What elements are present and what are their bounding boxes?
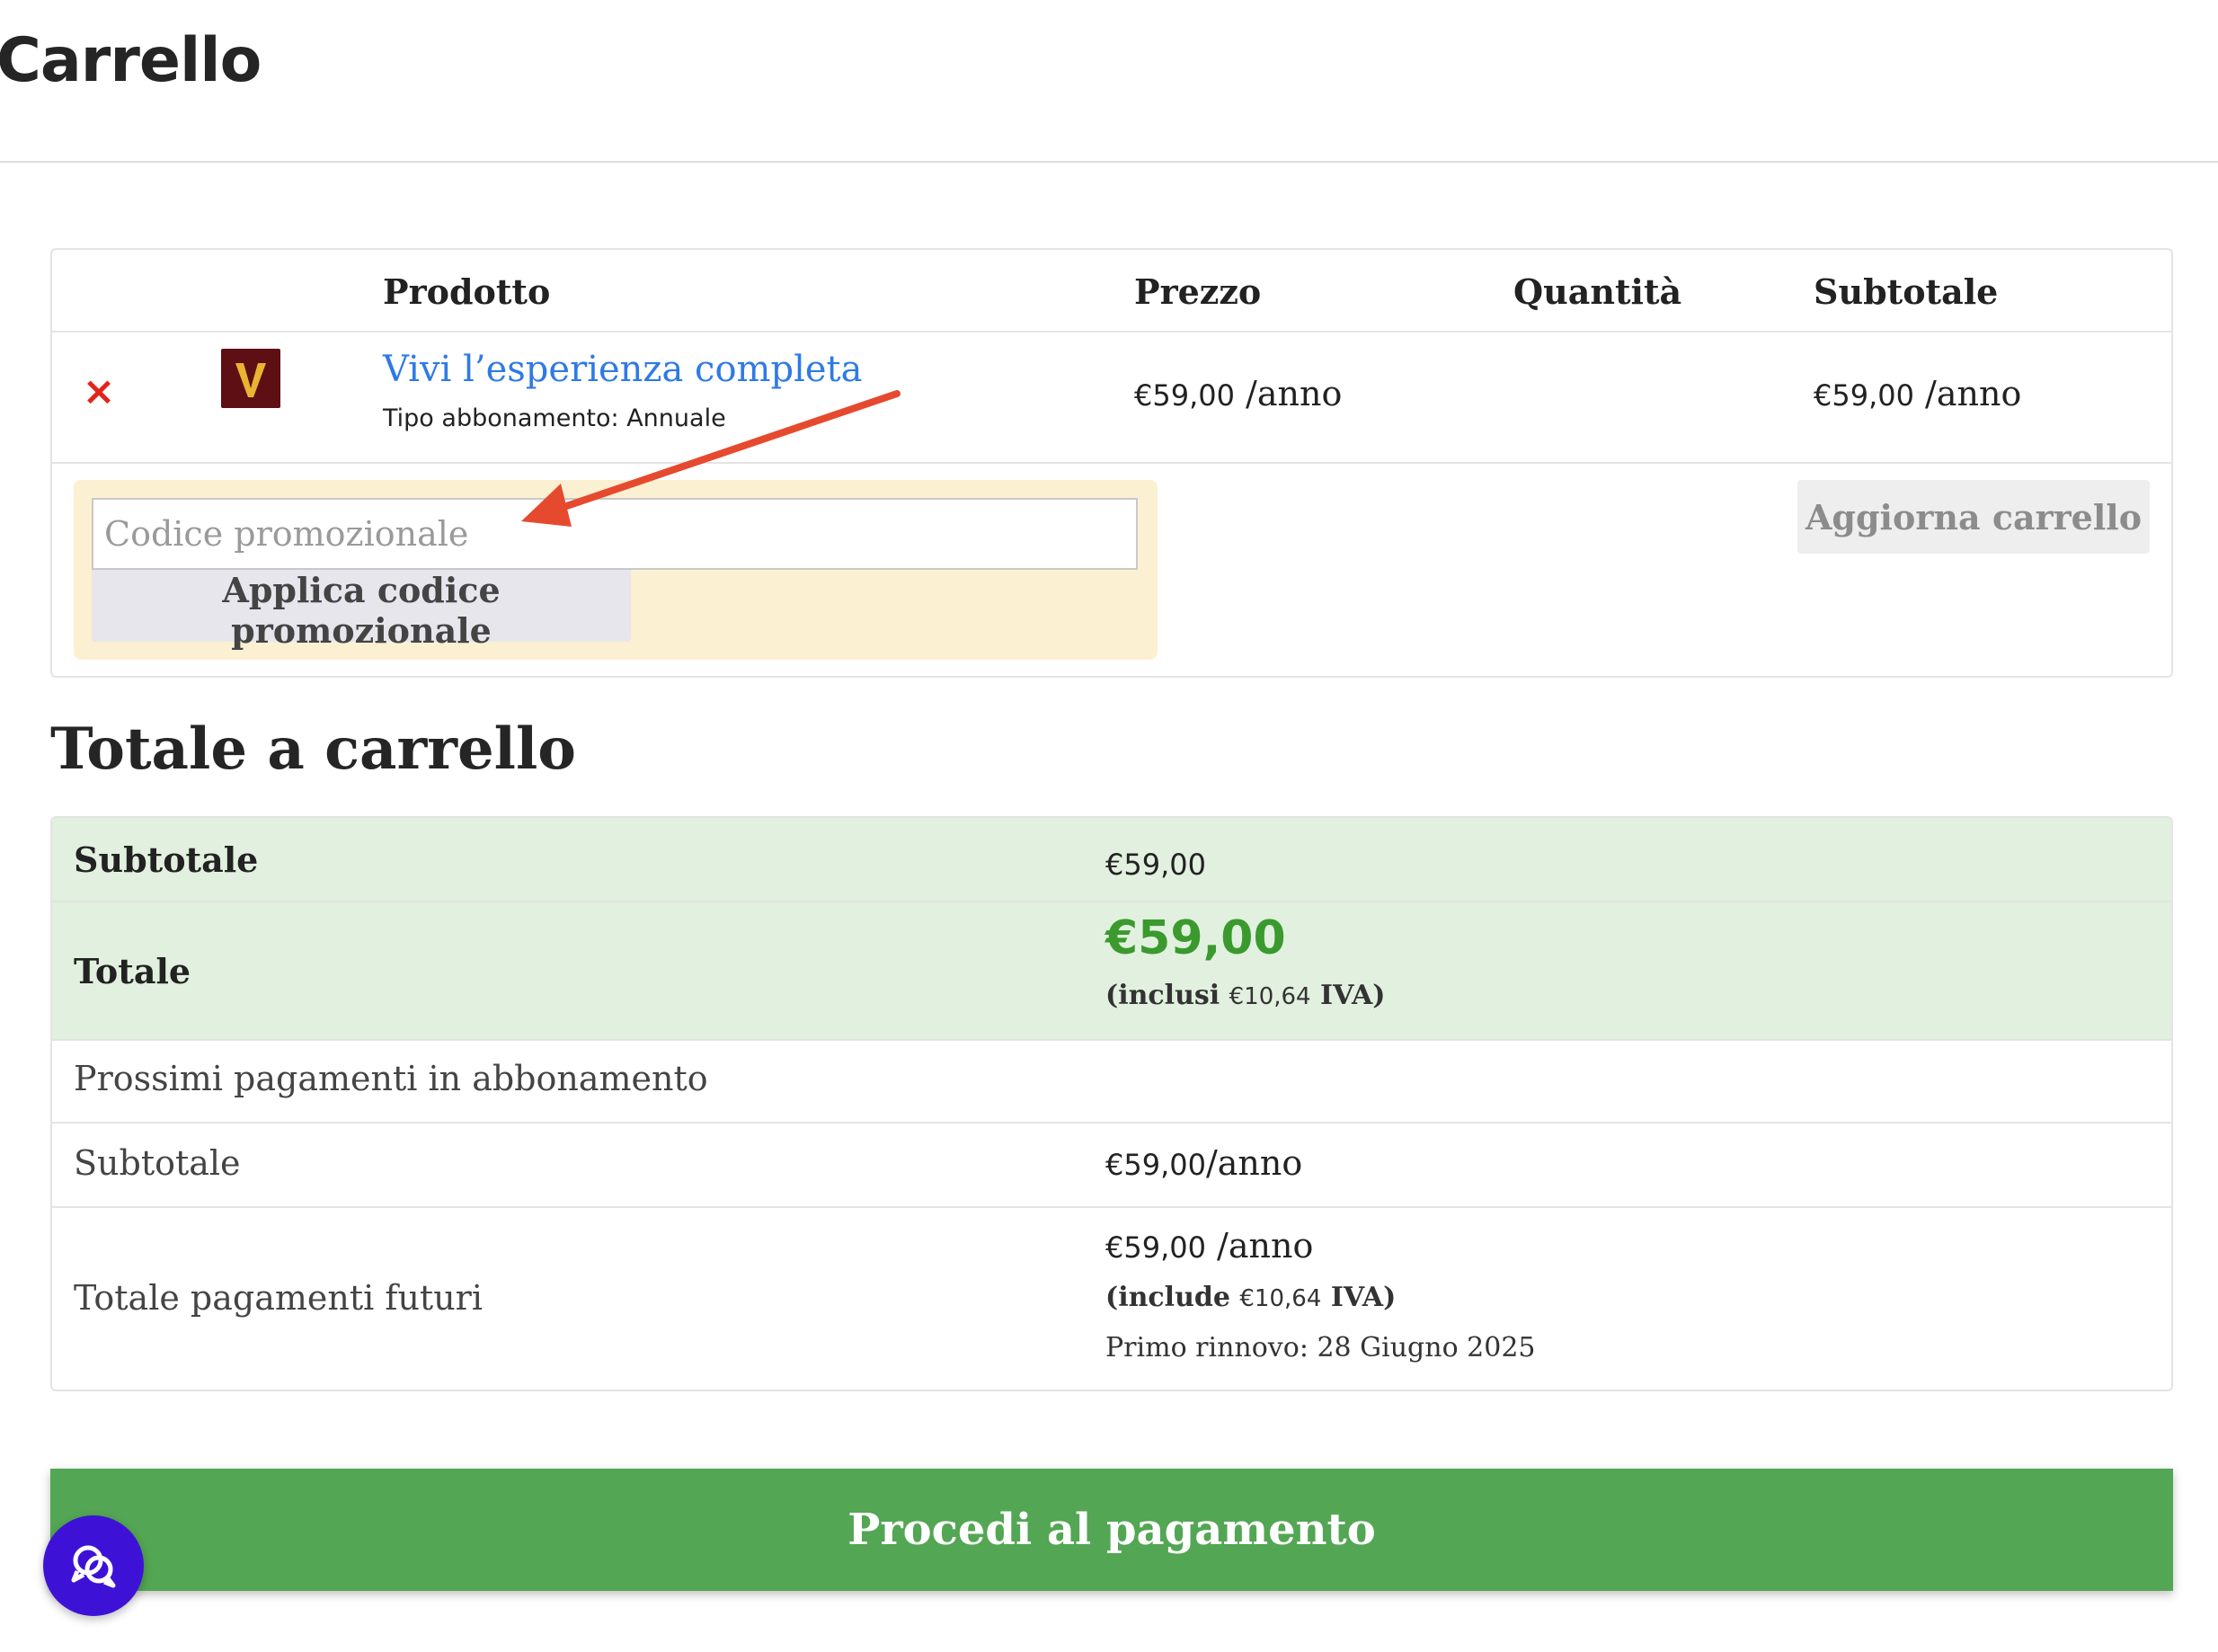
future-payments-label: Totale pagamenti futuri bbox=[74, 1278, 483, 1318]
recurring-subtotal-row: Subtotale €59,00/anno bbox=[52, 1124, 2171, 1208]
future-payments-period: /anno bbox=[1205, 1226, 1314, 1266]
first-renewal-date: Primo rinnovo: 28 Giugno 2025 bbox=[1105, 1332, 1536, 1363]
apply-promo-button[interactable]: Applica codice promozionale bbox=[92, 570, 631, 651]
recurring-subtotal-value: €59,00/anno bbox=[1105, 1143, 1302, 1183]
chat-icon bbox=[71, 1545, 116, 1588]
recurring-heading-row: Prossimi pagamenti in abbonamento bbox=[52, 1041, 2171, 1124]
item-price-period: /anno bbox=[1234, 374, 1343, 413]
product-subscription-type: Tipo abbonamento: Annuale bbox=[383, 404, 726, 432]
cart-totals-title: Totale a carrello bbox=[50, 715, 576, 783]
update-cart-button[interactable]: Aggiorna carrello bbox=[1797, 480, 2150, 554]
future-payments-value: €59,00 /anno bbox=[1105, 1226, 1313, 1266]
totals-subtotal-value: €59,00 bbox=[1105, 843, 1206, 883]
title-divider bbox=[0, 161, 2218, 163]
promo-code-panel: Applica codice promozionale bbox=[74, 480, 1158, 660]
future-payments-amount: €59,00 bbox=[1105, 1230, 1206, 1265]
header-price: Prezzo bbox=[1134, 271, 1262, 312]
recurring-subtotal-amount: €59,00 bbox=[1105, 1148, 1206, 1182]
cart-totals-table: Subtotale €59,00 Totale €59,00 (inclusi … bbox=[50, 816, 2173, 1391]
header-product: Prodotto bbox=[383, 271, 551, 312]
totals-total-tax-prefix: (inclusi bbox=[1105, 980, 1229, 1011]
totals-total-label: Totale bbox=[74, 951, 191, 991]
header-quantity: Quantità bbox=[1513, 271, 1682, 312]
recurring-subtotal-period: /anno bbox=[1205, 1143, 1303, 1183]
product-thumbnail[interactable]: V bbox=[221, 349, 280, 408]
item-price-amount: €59,00 bbox=[1134, 378, 1235, 413]
future-payments-row: Totale pagamenti futuri €59,00 /anno (in… bbox=[52, 1208, 2171, 1390]
future-payments-tax-amount: €10,64 bbox=[1239, 1285, 1322, 1312]
recurring-subtotal-label: Subtotale bbox=[74, 1143, 241, 1183]
item-price: €59,00 /anno bbox=[1134, 374, 1342, 413]
future-payments-tax-prefix: (include bbox=[1105, 1282, 1240, 1313]
totals-total-amount: €59,00 bbox=[1105, 911, 1286, 965]
future-payments-tax: (include €10,64 IVA) bbox=[1105, 1282, 1396, 1313]
item-subtotal-amount: €59,00 bbox=[1814, 378, 1914, 413]
promo-code-input[interactable] bbox=[92, 498, 1138, 570]
chat-widget-button[interactable] bbox=[43, 1515, 144, 1616]
totals-total-tax: (inclusi €10,64 IVA) bbox=[1105, 980, 1386, 1011]
totals-total-tax-amount: €10,64 bbox=[1229, 983, 1311, 1010]
product-logo-icon: V bbox=[235, 363, 266, 397]
totals-subtotal-amount: €59,00 bbox=[1105, 848, 1206, 882]
page-title: Carrello bbox=[0, 25, 262, 96]
recurring-heading: Prossimi pagamenti in abbonamento bbox=[74, 1059, 708, 1098]
totals-subtotal-row: Subtotale €59,00 bbox=[52, 818, 2171, 902]
cart-table-header: Prodotto Prezzo Quantità Subtotale bbox=[52, 250, 2171, 333]
header-subtotal: Subtotale bbox=[1814, 271, 1999, 312]
item-subtotal: €59,00 /anno bbox=[1814, 374, 2021, 413]
remove-item-icon[interactable]: × bbox=[81, 372, 117, 412]
totals-total-value: €59,00 bbox=[1105, 911, 1286, 965]
future-payments-tax-suffix: IVA) bbox=[1321, 1282, 1397, 1313]
item-subtotal-period: /anno bbox=[1913, 374, 2022, 413]
cart-item-row: × V Vivi l’esperienza completa Tipo abbo… bbox=[52, 333, 2171, 464]
product-name-link[interactable]: Vivi l’esperienza completa bbox=[383, 349, 862, 390]
totals-subtotal-label: Subtotale bbox=[74, 839, 259, 880]
totals-total-tax-suffix: IVA) bbox=[1310, 980, 1386, 1011]
proceed-to-checkout-button[interactable]: Procedi al pagamento bbox=[50, 1469, 2173, 1591]
totals-total-row: Totale €59,00 (inclusi €10,64 IVA) bbox=[52, 902, 2171, 1041]
cart-table: Prodotto Prezzo Quantità Subtotale × V V… bbox=[50, 248, 2173, 678]
